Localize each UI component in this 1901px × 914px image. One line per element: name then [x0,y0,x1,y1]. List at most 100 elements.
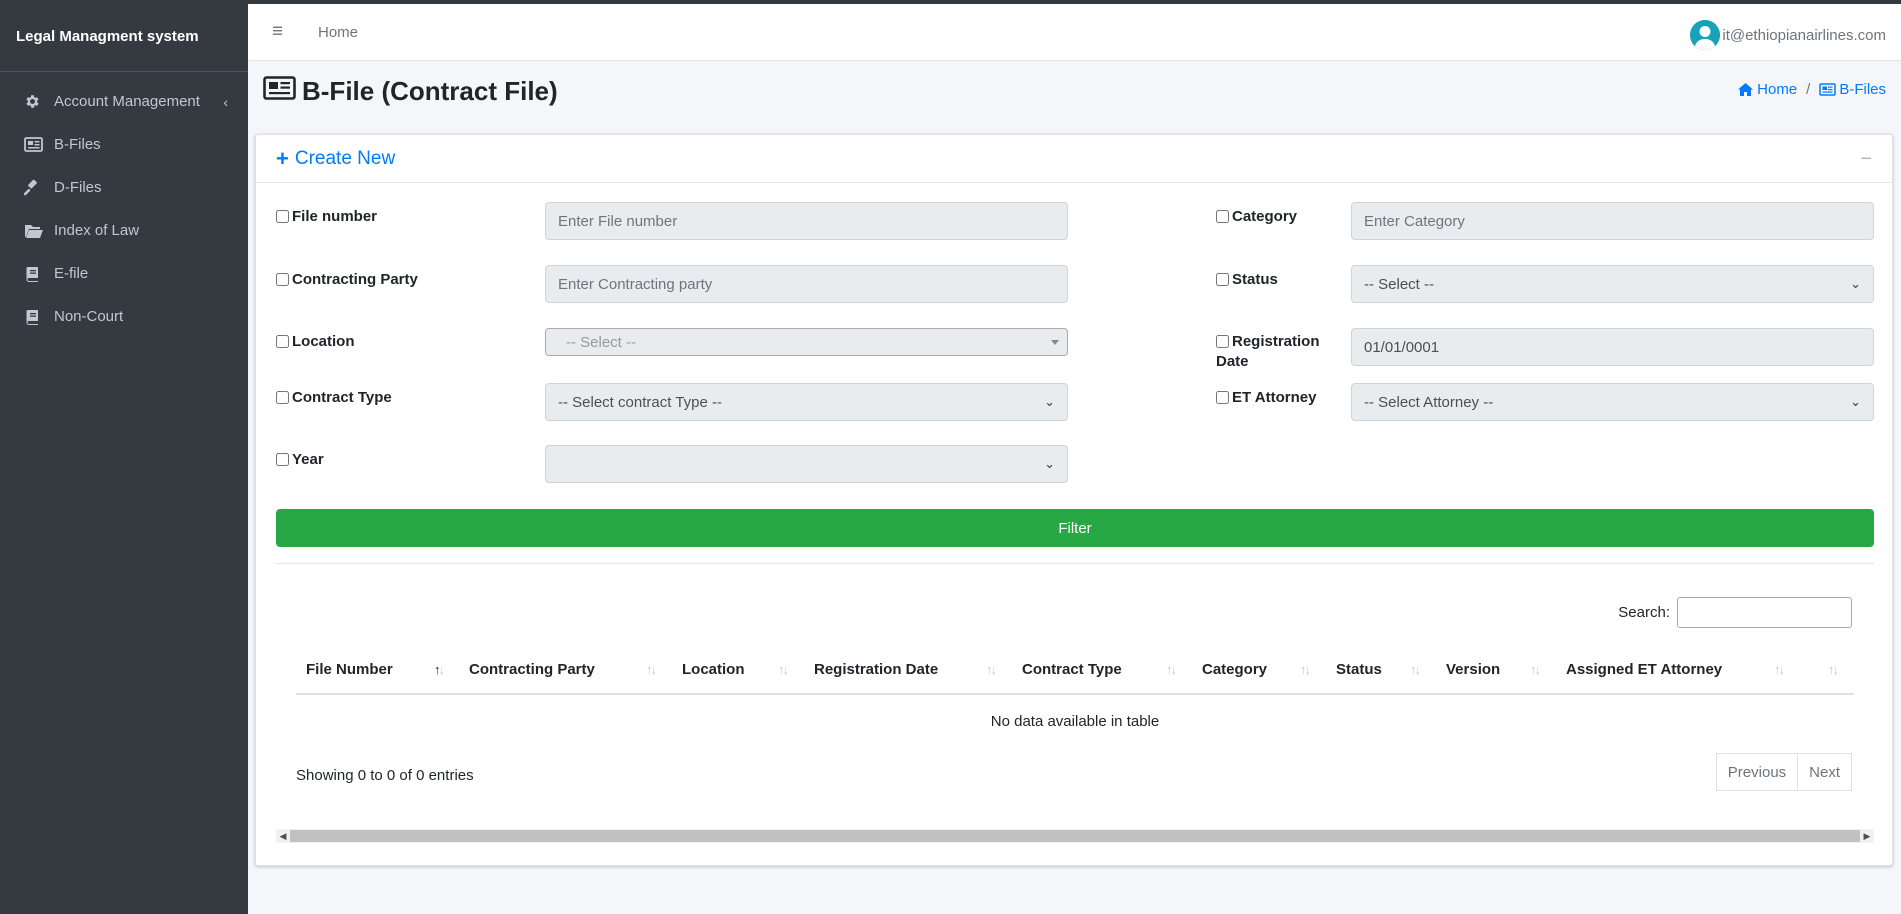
status-select[interactable]: -- Select -- ⌄ [1351,265,1874,303]
column-header-file-number[interactable]: File Number [306,661,393,678]
next-page-button[interactable]: Next [1798,753,1852,791]
table-search: Search: [1618,597,1852,628]
registration-date-label-text: Registration Date [1216,332,1342,373]
registration-date-input[interactable]: 01/01/0001 [1351,328,1874,366]
create-new-label: Create New [294,147,396,169]
et-attorney-selected-value: -- Select Attorney -- [1364,393,1494,411]
divider [276,563,1874,564]
registration-date-label-line2: Date [1216,353,1249,371]
contract-type-select[interactable]: -- Select contract Type -- ⌄ [545,383,1068,421]
category-input[interactable]: Enter Category [1351,202,1874,240]
column-header-assigned-et-attorney[interactable]: Assigned ET Attorney [1566,661,1722,678]
sort-icon[interactable]: ↑↓ [778,662,789,677]
category-group: Category [1216,207,1297,227]
contract-type-group: Contract Type [276,388,392,408]
et-attorney-group: ET Attorney [1216,388,1316,408]
user-menu[interactable]: it@ethiopianairlines.com [1690,20,1886,50]
create-new-button[interactable]: + Create New [276,145,396,171]
file-number-checkbox[interactable] [276,210,289,223]
registration-date-label-line1: Registration [1232,333,1320,350]
column-header-registration-date[interactable]: Registration Date [814,661,938,678]
filter-card: + Create New − File number Enter File nu… [255,134,1893,866]
breadcrumb-home[interactable]: Home [1738,81,1797,98]
breadcrumb: Home / B-Files [1738,81,1886,98]
page-title: B-File (Contract File) [263,76,1886,107]
file-number-label: File number [276,207,377,227]
hamburger-menu-icon[interactable]: ≡ [248,21,308,43]
navbar-home-link[interactable]: Home [308,24,358,41]
sidebar-item-index-of-law[interactable]: Index of Law [0,209,248,252]
contracting-party-input[interactable]: Enter Contracting party [545,265,1068,303]
horizontal-scrollbar[interactable]: ◀ ▶ [276,829,1874,843]
sort-icon[interactable]: ↑↓ [646,662,657,677]
column-header-location[interactable]: Location [682,661,745,678]
chevron-down-icon: ⌄ [1850,394,1861,409]
column-header-version[interactable]: Version [1446,661,1500,678]
category-checkbox[interactable] [1216,210,1229,223]
et-attorney-select[interactable]: -- Select Attorney -- ⌄ [1351,383,1874,421]
column-header-category[interactable]: Category [1202,661,1267,678]
year-select[interactable]: ⌄ [545,445,1068,483]
sort-icon[interactable]: ↑↓ [1828,662,1839,677]
breadcrumb-current[interactable]: B-Files [1819,81,1886,98]
gavel-icon [24,179,54,197]
location-selected-value: -- Select -- [566,333,637,351]
year-checkbox[interactable] [276,453,289,466]
category-placeholder: Enter Category [1364,212,1465,230]
scrollbar-thumb[interactable] [290,830,1860,842]
registration-date-checkbox[interactable] [1216,335,1229,348]
status-checkbox[interactable] [1216,273,1229,286]
table-header-row: File Number ↑↓ Contracting Party ↑↓ Loca… [296,647,1854,695]
scroll-left-arrow-icon[interactable]: ◀ [276,829,290,843]
column-header-contract-type[interactable]: Contract Type [1022,661,1122,678]
contract-type-label: Contract Type [276,388,392,408]
newspaper-icon [24,136,54,154]
contract-type-checkbox[interactable] [276,391,289,404]
contracting-party-checkbox[interactable] [276,273,289,286]
sidebar-item-label: Index of Law [54,222,140,239]
table-empty-row: No data available in table [296,695,1854,747]
sidebar-item-label: B-Files [54,136,101,153]
sort-icon[interactable]: ↑↓ [1774,662,1785,677]
page-title-text: B-File (Contract File) [302,76,558,106]
sidebar-item-e-file[interactable]: E-file [0,252,248,295]
location-select[interactable]: -- Select -- [545,328,1068,356]
breadcrumb-separator: / [1806,81,1811,98]
contracting-party-label-text: Contracting Party [292,271,418,288]
status-label: Status [1216,270,1278,290]
contract-type-selected-value: -- Select contract Type -- [558,393,722,411]
column-header-contracting-party[interactable]: Contracting Party [469,661,595,678]
sort-icon[interactable]: ↑↓ [1410,662,1421,677]
gear-icon [24,93,54,111]
plus-icon: + [276,145,289,171]
sidebar-item-label: D-Files [54,179,102,196]
et-attorney-checkbox[interactable] [1216,391,1229,404]
sidebar-item-non-court[interactable]: Non-Court [0,295,248,338]
collapse-card-button[interactable]: − [1860,148,1872,171]
sort-icon[interactable]: ↑↓ [986,662,997,677]
status-group: Status [1216,270,1278,290]
location-checkbox[interactable] [276,335,289,348]
sidebar-item-d-files[interactable]: D-Files [0,166,248,209]
sidebar-item-b-files[interactable]: B-Files [0,123,248,166]
filter-button[interactable]: Filter [276,509,1874,547]
sort-icon[interactable]: ↑↓ [1166,662,1177,677]
sort-icon[interactable]: ↑↓ [1530,662,1541,677]
sidebar-nav: Account Management ‹ B-Files D-Files Ind… [0,72,248,338]
sort-icon[interactable]: ↑↓ [1300,662,1311,677]
file-number-input[interactable]: Enter File number [545,202,1068,240]
scroll-right-arrow-icon[interactable]: ▶ [1860,829,1874,843]
year-label-text: Year [292,451,324,468]
brand-title[interactable]: Legal Managment system [0,4,248,72]
pagination: Previous Next [1715,753,1852,791]
chevron-down-icon: ⌄ [1044,394,1055,409]
location-label: Location [276,332,355,352]
file-number-placeholder: Enter File number [558,212,678,230]
contracting-party-label: Contracting Party [276,270,418,290]
table-search-input[interactable] [1677,597,1852,628]
previous-page-button[interactable]: Previous [1715,753,1799,791]
sidebar-item-account-management[interactable]: Account Management ‹ [0,80,248,123]
sort-asc-icon[interactable]: ↑↓ [434,662,445,677]
breadcrumb-current-label: B-Files [1839,81,1886,98]
column-header-status[interactable]: Status [1336,661,1382,678]
